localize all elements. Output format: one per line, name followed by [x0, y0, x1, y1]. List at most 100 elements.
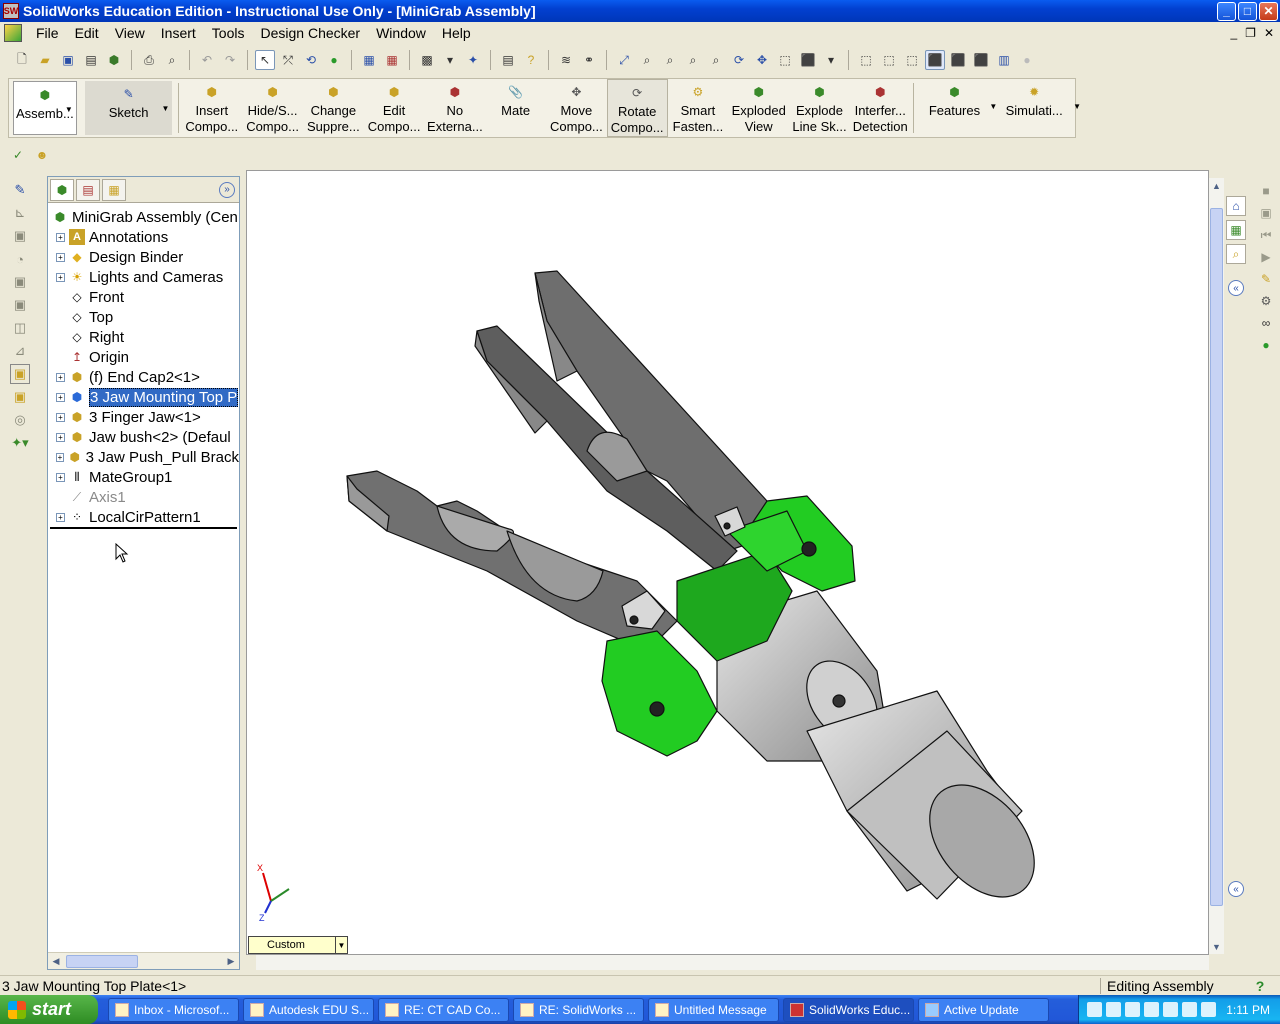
- options-icon[interactable]: ⬢: [104, 50, 124, 70]
- spring-icon[interactable]: ∞: [1257, 314, 1275, 332]
- scroll-right-icon[interactable]: ▶: [223, 954, 239, 969]
- extrude-icon[interactable]: ▣: [10, 226, 30, 246]
- menu-design-checker[interactable]: Design Checker: [252, 25, 368, 41]
- menu-view[interactable]: View: [107, 25, 153, 41]
- realview-icon[interactable]: ●: [1017, 50, 1037, 70]
- undo-icon[interactable]: ↶: [197, 50, 217, 70]
- graphics-vertical-scrollbar[interactable]: ▲ ▼: [1209, 178, 1224, 954]
- sweep-icon[interactable]: ▣: [10, 272, 30, 292]
- assembly-feature-icon[interactable]: ▣: [10, 387, 30, 407]
- move-component-button[interactable]: ✥ Move Compo...: [546, 79, 607, 137]
- doc-restore-button[interactable]: ❐: [1245, 26, 1256, 40]
- interference-detection-button[interactable]: ⬢ Interfer... Detection: [850, 79, 911, 137]
- brick-icon[interactable]: ▦: [382, 50, 402, 70]
- tree-item-axis[interactable]: ⟋ Axis1: [50, 487, 239, 507]
- taskbar-item-solidworks[interactable]: SolidWorks Educ...: [783, 997, 914, 1022]
- expand-toggle[interactable]: +: [56, 272, 65, 282]
- doc-minimize-button[interactable]: _: [1230, 26, 1237, 40]
- zoom-previous-icon[interactable]: ⌕: [706, 50, 726, 70]
- help-icon[interactable]: ?: [521, 50, 541, 70]
- menu-insert[interactable]: Insert: [153, 25, 204, 41]
- configuration-manager-tab[interactable]: ▦: [102, 178, 126, 201]
- traffic-light-icon[interactable]: ●: [324, 50, 344, 70]
- expand-toggle[interactable]: +: [56, 372, 65, 382]
- tray-icon[interactable]: [1163, 1002, 1179, 1017]
- print-preview-icon[interactable]: ▤: [81, 50, 101, 70]
- tray-icon[interactable]: [1144, 1002, 1160, 1017]
- doc-close-button[interactable]: ✕: [1264, 26, 1274, 40]
- sketch-tab-button[interactable]: ✎ Sketch ▼: [84, 81, 173, 135]
- wrench-icon[interactable]: ✎: [1257, 270, 1275, 288]
- taskbar-item-outlook[interactable]: Inbox - Microsof...: [108, 997, 239, 1022]
- smart-dimension-icon[interactable]: ⊾: [10, 203, 30, 223]
- play-icon[interactable]: ▶: [1257, 248, 1275, 266]
- collapse-task-pane-icon[interactable]: «: [1228, 280, 1244, 296]
- hidden-lines-visible-icon[interactable]: ⬚: [879, 50, 899, 70]
- hide-show-components-button[interactable]: ⬢ Hide/S... Compo...: [242, 79, 303, 137]
- no-external-references-button[interactable]: ⬢ No Externa...: [424, 79, 485, 137]
- rebuild-icon[interactable]: ⟲: [301, 50, 321, 70]
- hole-icon[interactable]: ◎: [10, 410, 30, 430]
- taskbar-item-active-update[interactable]: Active Update: [918, 997, 1049, 1022]
- zoom-in-out-icon[interactable]: ⌕: [660, 50, 680, 70]
- expand-toggle[interactable]: +: [56, 412, 65, 422]
- status-help-icon[interactable]: ?: [1240, 978, 1280, 994]
- menu-tools[interactable]: Tools: [204, 25, 253, 41]
- tree-item-design-binder[interactable]: + ◆ Design Binder: [50, 247, 239, 267]
- expand-toggle[interactable]: +: [56, 432, 65, 442]
- expand-toggle[interactable]: +: [56, 392, 65, 402]
- zoom-to-area-icon[interactable]: ⌕: [637, 50, 657, 70]
- tree-item-right-plane[interactable]: ◇ Right: [50, 327, 239, 347]
- design-library-icon[interactable]: ▦: [1226, 220, 1246, 240]
- pan-icon[interactable]: ✥: [752, 50, 772, 70]
- open-folder-icon[interactable]: ▰: [35, 50, 55, 70]
- expand-toggle[interactable]: +: [56, 452, 64, 462]
- views-dropdown-icon[interactable]: ▾: [821, 50, 841, 70]
- tray-icon[interactable]: [1106, 1002, 1122, 1017]
- feature-manager-tab[interactable]: ⬢: [50, 178, 74, 201]
- graphics-horizontal-scrollbar[interactable]: [256, 955, 1209, 970]
- tree-horizontal-scrollbar[interactable]: ◀ ▶: [48, 952, 239, 969]
- motion-icon[interactable]: ≋: [556, 50, 576, 70]
- tree-item-mounting-top-plate[interactable]: + ⬢ 3 Jaw Mounting Top P: [50, 387, 239, 407]
- minimize-button[interactable]: _: [1217, 1, 1236, 21]
- solidworks-app-icon[interactable]: SW: [3, 3, 19, 19]
- tree-item-annotations[interactable]: + A Annotations: [50, 227, 239, 247]
- 3d-view-icon[interactable]: ⬚: [775, 50, 795, 70]
- assembly-tab-button[interactable]: ⬢ Assemb... ▼: [13, 81, 77, 135]
- save-icon[interactable]: ▣: [58, 50, 78, 70]
- hidden-lines-removed-icon[interactable]: ⬚: [902, 50, 922, 70]
- taskbar-item-re-solidworks[interactable]: RE: SolidWorks ...: [513, 997, 644, 1022]
- apple-icon[interactable]: ●: [1257, 336, 1275, 354]
- tree-item-top-plane[interactable]: ◇ Top: [50, 307, 239, 327]
- taskbar-item-autodesk[interactable]: Autodesk EDU S...: [243, 997, 374, 1022]
- dropdown-arrow-icon[interactable]: ▾: [440, 50, 460, 70]
- mate-button[interactable]: 📎 Mate: [485, 79, 546, 137]
- explode-line-sketch-button[interactable]: ⬢ Explode Line Sk...: [789, 79, 850, 137]
- file-explorer-icon[interactable]: ⌕: [1226, 244, 1246, 264]
- check-relations-icon[interactable]: ✓: [8, 145, 28, 165]
- start-button[interactable]: start: [0, 995, 98, 1024]
- close-button[interactable]: ✕: [1259, 1, 1278, 21]
- menu-file[interactable]: File: [28, 25, 67, 41]
- shaded-icon[interactable]: ⬛: [948, 50, 968, 70]
- taskbar-item-untitled-message[interactable]: Untitled Message: [648, 997, 779, 1022]
- rollback-bar[interactable]: [50, 527, 237, 529]
- tree-root-assembly[interactable]: ⬢ MiniGrab Assembly (Cen: [50, 207, 239, 227]
- new-document-icon[interactable]: 🗋: [12, 50, 32, 70]
- chevron-down-icon[interactable]: ▼: [65, 102, 73, 118]
- tree-item-origin[interactable]: ↥ Origin: [50, 347, 239, 367]
- gear-icon[interactable]: ⚙: [1257, 292, 1275, 310]
- rewind-icon[interactable]: ⏮: [1257, 226, 1275, 244]
- linked-icon[interactable]: ⚭: [579, 50, 599, 70]
- shadows-icon[interactable]: ⬛: [971, 50, 991, 70]
- graphics-area[interactable]: X Z: [246, 170, 1209, 955]
- section-view-icon[interactable]: ▥: [994, 50, 1014, 70]
- revolve-icon[interactable]: ◔: [10, 249, 30, 269]
- zoom-preview-icon[interactable]: ⌕: [162, 50, 182, 70]
- fillet-icon[interactable]: ◫: [10, 318, 30, 338]
- tree-item-front-plane[interactable]: ◇ Front: [50, 287, 239, 307]
- smart-fasteners-button[interactable]: ⚙ Smart Fasten...: [668, 79, 729, 137]
- chevron-down-icon[interactable]: ▼: [162, 101, 170, 117]
- shaded-with-edges-icon[interactable]: ⬛: [925, 50, 945, 70]
